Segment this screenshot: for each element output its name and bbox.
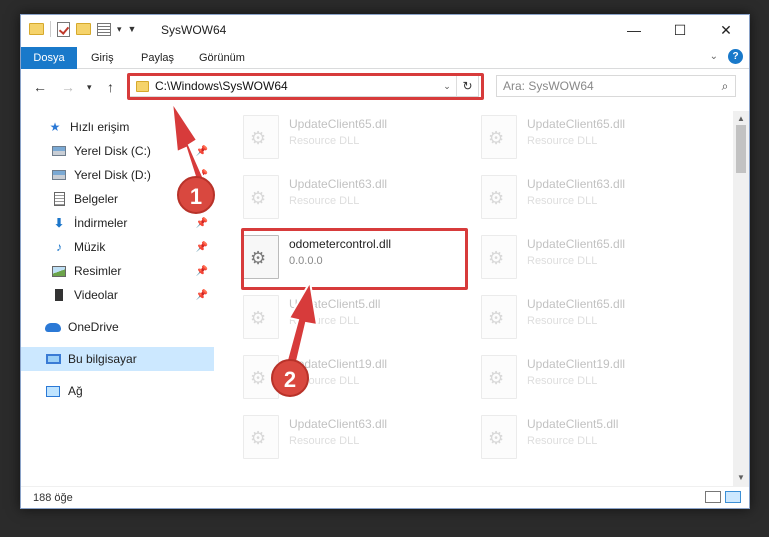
step-2-badge: 2	[271, 359, 309, 397]
step-1-badge: 1	[177, 176, 215, 214]
annotation-arrows	[171, 101, 319, 380]
